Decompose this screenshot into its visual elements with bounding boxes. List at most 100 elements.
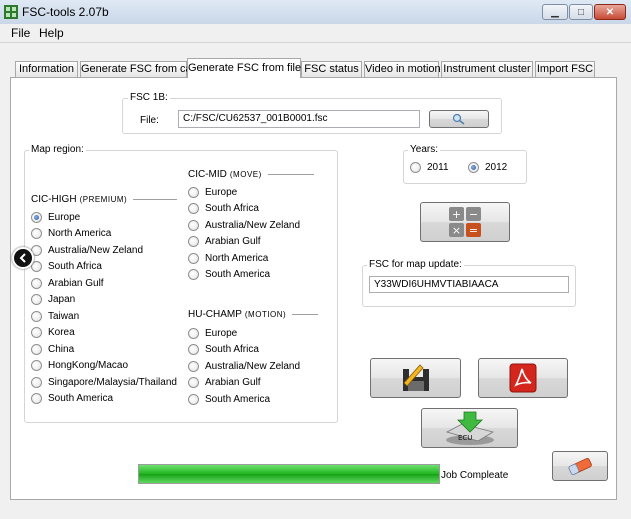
title-bar: FSC-tools 2.07b ▁ □ ✕ [0,0,631,25]
svg-text:+: + [452,208,461,221]
close-button[interactable]: ✕ [594,4,626,20]
radio-button[interactable] [410,161,421,173]
browse-button[interactable] [429,110,489,128]
cic-high-option[interactable]: Korea [31,326,75,340]
year-option-2011[interactable]: 2011 [410,160,449,174]
radio-label: Arabian Gulf [205,377,261,388]
tab-generate-from-car[interactable]: Generate FSC from car [80,61,195,77]
cic-high-option[interactable]: Singapore/Malaysia/Thailand [31,375,177,389]
pdf-icon [509,363,537,393]
radio-label: Arabian Gulf [48,277,104,289]
radio-label: South Africa [205,344,259,355]
radio-button[interactable] [188,186,199,198]
menu-bar: File Help [0,24,631,43]
close-icon: ✕ [605,6,615,18]
cic-high-option[interactable]: South Africa [31,260,102,274]
clear-button[interactable] [552,451,608,481]
cic-high-option[interactable]: Arabian Gulf [31,276,104,290]
radio-button[interactable] [188,393,199,405]
cic-mid-option[interactable]: Australia/New Zeland [188,218,300,232]
cic-mid-option[interactable]: South America [188,268,270,282]
tab-import-fsc[interactable]: Import FSC [535,61,595,77]
ecu-label: ECU [458,434,472,442]
tab-generate-from-file[interactable]: Generate FSC from file [187,58,301,78]
radio-label: Taiwan [48,310,80,322]
year-label: 2011 [427,161,449,173]
maximize-icon: □ [577,6,585,18]
ecu-download-icon: ECU [445,411,494,445]
pdf-export-button[interactable] [478,358,568,398]
radio-label: North America [205,252,269,264]
radio-label: Korea [48,327,75,338]
radio-button[interactable] [31,360,42,371]
cic-high-option[interactable]: South America [31,392,113,406]
radio-button[interactable] [31,310,42,322]
tab-video-in-motion[interactable]: Video in motion [364,61,441,77]
save-button[interactable] [370,358,461,398]
radio-button[interactable] [188,344,199,355]
radio-label: South America [205,269,271,280]
hu-champ-option[interactable]: Arabian Gulf [188,376,261,390]
previous-arrow-button[interactable] [12,247,34,269]
radio-button[interactable] [31,376,42,388]
hu-champ-option[interactable]: Australia/New Zeland [188,359,300,373]
cic-high-option[interactable]: Japan [31,293,75,307]
radio-button[interactable] [188,377,199,388]
minimize-button[interactable]: ▁ [542,4,568,20]
radio-button[interactable] [188,219,199,231]
hu-champ-option[interactable]: Europe [188,326,237,340]
cic-high-option[interactable]: HongKong/Macao [31,359,128,373]
menu-help[interactable]: Help [39,26,64,40]
radio-button[interactable] [188,203,199,214]
radio-button[interactable] [31,294,42,305]
cic-mid-option[interactable]: Arabian Gulf [188,235,261,249]
chevron-left-icon [19,253,26,263]
radio-label: Japan [48,294,76,305]
hu-champ-option[interactable]: South Africa [188,343,259,357]
window-title: FSC-tools 2.07b [22,5,109,19]
tab-fsc-status[interactable]: FSC status [301,61,362,77]
radio-button[interactable] [188,252,199,264]
radio-button[interactable] [31,228,42,239]
search-icon [452,113,465,125]
radio-button[interactable] [31,211,42,223]
radio-label: Singapore/Malaysia/Thailand [48,376,177,388]
radio-button[interactable] [31,327,42,338]
fsc-code-field[interactable]: Y33WDI6UHMVTIABIAACA [369,276,569,293]
tab-instrument-cluster[interactable]: Instrument cluster [441,61,533,77]
radio-label: South America [205,393,271,405]
tab-information[interactable]: Information [15,61,78,77]
menu-file[interactable]: File [11,26,30,40]
radio-button[interactable] [31,393,42,404]
cic-high-option[interactable]: China [31,342,74,356]
calculate-button[interactable]: + − × = [420,202,510,242]
radio-button[interactable] [188,327,199,339]
radio-button[interactable] [31,277,42,289]
radio-label: China [48,343,75,355]
radio-button[interactable] [188,236,199,247]
year-label: 2012 [485,161,508,173]
year-option-2012[interactable]: 2012 [468,160,507,174]
radio-button[interactable] [468,161,479,173]
radio-label: South America [48,393,114,404]
cic-mid-option[interactable]: Europe [188,185,237,199]
cic-high-option[interactable]: North America [31,227,111,241]
cic-high-option[interactable]: Taiwan [31,309,79,323]
maximize-button[interactable]: □ [569,4,593,20]
eraser-icon [568,457,592,475]
hu-champ-option[interactable]: South America [188,392,270,406]
cic-high-option[interactable]: Europe [31,210,80,224]
write-ecu-button[interactable]: ECU [421,408,518,448]
radio-button[interactable] [188,360,199,372]
radio-button[interactable] [188,269,199,280]
svg-text:×: × [452,224,461,237]
radio-label: South Africa [205,203,259,214]
svg-text:−: − [469,208,478,221]
save-disk-icon [402,364,429,391]
radio-label: North America [48,228,112,239]
radio-button[interactable] [31,343,42,355]
cic-mid-option[interactable]: North America [188,251,268,265]
cic-high-option[interactable]: Australia/New Zeland [31,243,143,257]
calculator-icon: + − × = [449,207,481,237]
cic-mid-option[interactable]: South Africa [188,202,259,216]
